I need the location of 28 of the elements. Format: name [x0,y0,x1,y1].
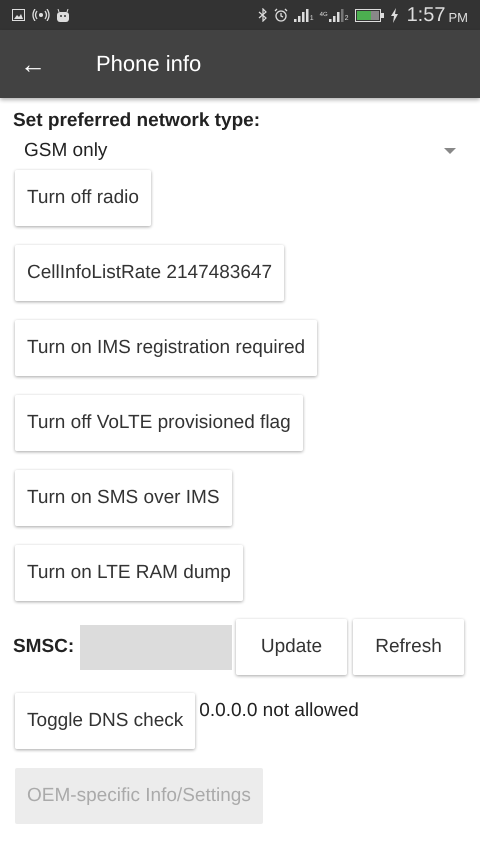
smsc-label: SMSC: [13,636,76,658]
action-button[interactable]: Turn on IMS registration required [15,320,318,376]
back-button[interactable]: ← [20,49,50,79]
dropdown-arrow-icon [444,148,456,154]
dns-status: 0.0.0.0 not allowed [199,700,359,722]
battery-icon [354,8,384,22]
refresh-button[interactable]: Refresh [353,619,464,675]
clock: 1:57 [406,4,446,26]
android-icon [57,8,69,22]
action-button[interactable]: Turn off radio [15,170,151,226]
screen-title: Phone info [96,51,202,77]
signal-icon [328,8,344,22]
smsc-field[interactable] [80,624,232,670]
charging-icon [390,8,399,22]
action-button[interactable]: Turn on LTE RAM dump [15,545,243,601]
action-button[interactable]: CellInfoListRate 2147483647 [15,245,284,301]
action-button[interactable]: Turn on SMS over IMS [15,470,232,526]
update-button[interactable]: Update [236,619,347,675]
bluetooth-icon [258,8,268,22]
alarm-icon [274,8,288,22]
action-button[interactable]: Turn off VoLTE provisioned flag [15,395,303,451]
signal-icon [294,8,309,22]
am-pm-label: PM [448,8,468,24]
network-type-dropdown[interactable]: GSM only [24,138,456,164]
hotspot-icon [32,9,50,21]
network-type-label: Set preferred network type: [13,110,262,132]
dns-check-button[interactable]: Toggle DNS check [15,693,196,749]
image-icon [12,9,25,21]
